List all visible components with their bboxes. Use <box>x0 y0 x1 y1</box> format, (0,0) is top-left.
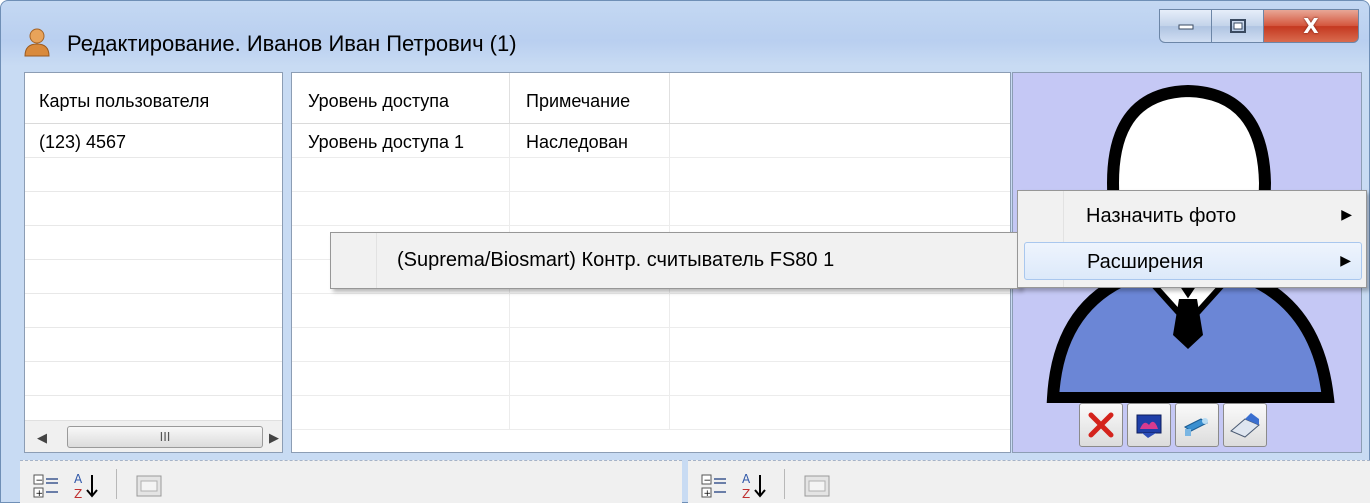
list-item[interactable] <box>25 328 282 362</box>
user-icon <box>24 28 50 57</box>
access-levels-toolbar: − + A Z <box>688 460 1370 503</box>
column-header-empty <box>670 73 1010 123</box>
cell-note: Наследован <box>510 124 670 157</box>
close-button[interactable]: X <box>1263 9 1359 43</box>
svg-text:Z: Z <box>742 487 750 501</box>
column-header-note[interactable]: Примечание <box>510 73 670 123</box>
user-cards-panel: Карты пользователя (123) 4567 ◀ III ▶ <box>24 72 283 453</box>
minimize-button[interactable] <box>1159 9 1211 43</box>
cell-note <box>510 192 670 225</box>
cell-note <box>510 396 670 429</box>
cell-access-level: Уровень доступа 1 <box>292 124 510 157</box>
camera-icon <box>1184 418 1208 436</box>
menu-item-assign-photo[interactable]: Назначить фото ▶ <box>1024 197 1362 235</box>
list-item[interactable] <box>25 362 282 396</box>
table-row[interactable] <box>292 192 1010 226</box>
svg-text:+: + <box>704 489 712 499</box>
cell-note <box>510 294 670 327</box>
svg-text:−: − <box>704 476 712 486</box>
list-item[interactable] <box>25 226 282 260</box>
property-pages-icon[interactable] <box>134 471 164 501</box>
menu-item-label: Назначить фото <box>1086 205 1237 227</box>
maximize-icon <box>1229 19 1246 33</box>
table-row[interactable]: Уровень доступа 1 Наследован <box>292 124 1010 158</box>
cell-access-level <box>292 294 510 327</box>
scroll-right-icon[interactable]: ▶ <box>269 430 279 446</box>
svg-text:A: A <box>74 472 83 486</box>
window-title: Редактирование. Иванов Иван Петрович (1) <box>67 31 517 56</box>
maximize-button[interactable] <box>1211 9 1263 43</box>
close-icon: X <box>1303 14 1319 38</box>
scrollbar-thumb[interactable]: III <box>67 426 263 448</box>
cell-empty <box>670 362 1010 395</box>
cell-note <box>510 158 670 191</box>
camera-button[interactable] <box>1175 403 1219 447</box>
delete-photo-icon <box>1088 412 1114 438</box>
scanner-icon <box>1230 413 1260 438</box>
assign-photo-icon <box>1136 414 1162 438</box>
title-bar[interactable]: Редактирование. Иванов Иван Петрович (1)… <box>1 1 1369 69</box>
svg-text:−: − <box>36 476 44 486</box>
categorized-icon[interactable]: − + <box>700 471 730 501</box>
menu-item-reader[interactable]: (Suprema/Biosmart) Контр. считыватель FS… <box>397 249 834 272</box>
cell-note <box>510 328 670 361</box>
list-item[interactable] <box>25 294 282 328</box>
table-row[interactable] <box>292 396 1010 430</box>
cell-note <box>510 362 670 395</box>
list-item[interactable] <box>25 192 282 226</box>
menu-item-label: Расширения <box>1087 251 1204 273</box>
cell-empty <box>670 192 1010 225</box>
table-row[interactable] <box>292 294 1010 328</box>
cell-access-level <box>292 158 510 191</box>
list-item[interactable] <box>25 260 282 294</box>
cell-empty <box>670 396 1010 429</box>
cards-toolbar: − + A Z <box>20 460 682 503</box>
horizontal-scrollbar[interactable]: ◀ III ▶ <box>25 420 282 452</box>
assign-photo-button[interactable] <box>1127 403 1171 447</box>
table-row[interactable] <box>292 328 1010 362</box>
submenu-arrow-icon: ▶ <box>1340 252 1351 268</box>
column-header-access-level[interactable]: Уровень доступа <box>292 73 510 123</box>
sort-az-icon[interactable]: A Z <box>740 471 770 501</box>
scroll-left-icon[interactable]: ◀ <box>37 430 47 446</box>
scanner-button[interactable] <box>1223 403 1267 447</box>
cell-access-level <box>292 328 510 361</box>
cell-access-level <box>292 362 510 395</box>
categorized-icon[interactable]: − + <box>32 471 62 501</box>
menu-gutter <box>331 233 377 288</box>
minimize-icon <box>1178 24 1193 30</box>
cell-access-level <box>292 396 510 429</box>
table-row[interactable] <box>292 158 1010 192</box>
cell-empty <box>670 328 1010 361</box>
property-pages-icon[interactable] <box>802 471 832 501</box>
cards-column-header[interactable]: Карты пользователя <box>25 73 282 124</box>
table-row[interactable] <box>292 362 1010 396</box>
cell-empty <box>670 158 1010 191</box>
toolbar-separator <box>116 469 117 499</box>
list-item[interactable]: (123) 4567 <box>25 124 282 158</box>
cell-empty <box>670 294 1010 327</box>
photo-toolbar <box>1079 403 1267 447</box>
svg-text:Z: Z <box>74 487 82 501</box>
reader-context-menu: (Suprema/Biosmart) Контр. считыватель FS… <box>330 232 1020 289</box>
submenu-arrow-icon: ▶ <box>1341 206 1352 222</box>
photo-context-menu: Назначить фото ▶ Расширения ▶ <box>1017 190 1367 288</box>
cell-empty <box>670 124 1010 157</box>
sort-az-icon[interactable]: A Z <box>72 471 102 501</box>
delete-photo-button[interactable] <box>1079 403 1123 447</box>
cell-access-level <box>292 192 510 225</box>
menu-item-extensions[interactable]: Расширения ▶ <box>1024 242 1362 280</box>
toolbar-separator <box>784 469 785 499</box>
list-item[interactable] <box>25 158 282 192</box>
svg-text:+: + <box>36 489 44 499</box>
table-header: Уровень доступа Примечание <box>292 73 1010 124</box>
svg-text:A: A <box>742 472 751 486</box>
